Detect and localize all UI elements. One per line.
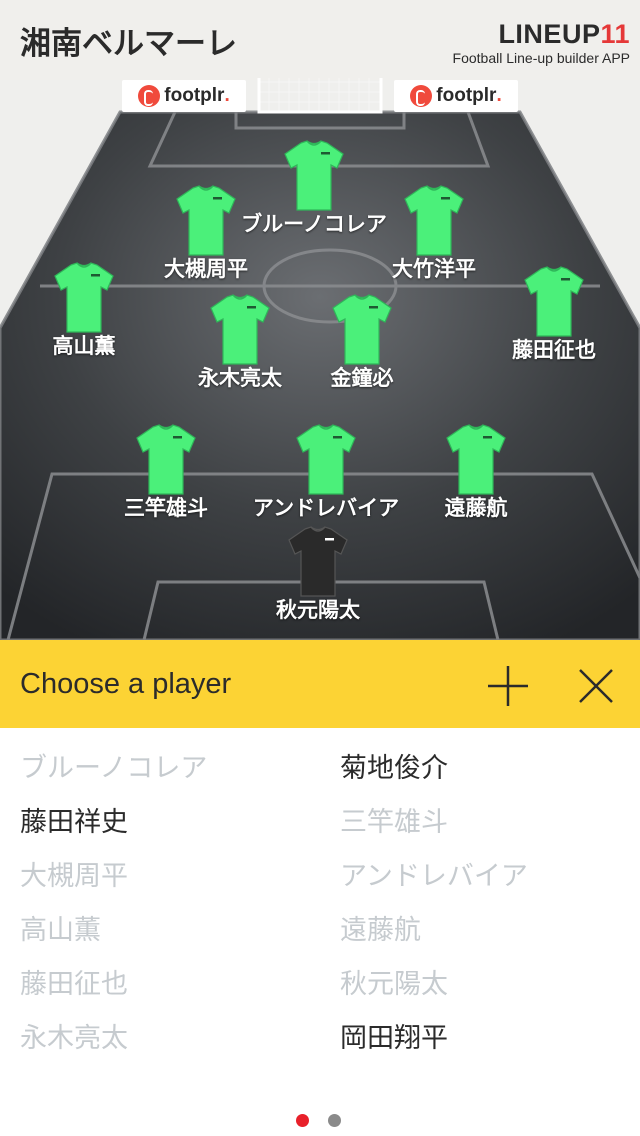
footplr-logo-icon — [138, 85, 161, 107]
footplr-logo-icon — [410, 85, 433, 107]
shirt-icon — [136, 424, 196, 495]
sponsor-label: footplr — [436, 85, 497, 106]
list-item[interactable]: 秋元陽太 — [340, 962, 448, 1001]
shirt-icon — [446, 424, 506, 495]
player-name: 遠藤航 — [444, 496, 508, 520]
list-item[interactable]: 高山薫 — [20, 908, 101, 947]
close-icon[interactable] — [576, 666, 616, 706]
shirt-icon — [296, 424, 356, 495]
choose-player-bar: Choose a player — [0, 640, 640, 728]
player-slot-7[interactable]: 金鐘必 — [262, 294, 462, 392]
shirt-icon — [404, 185, 464, 256]
list-item[interactable]: 岡田翔平 — [340, 1016, 448, 1055]
player-slot-10[interactable]: 遠藤航 — [376, 424, 576, 522]
list-item[interactable]: 菊地俊介 — [340, 746, 448, 785]
brand-tagline: Football Line-up builder APP — [452, 50, 630, 66]
team-name: 湘南ベルマーレ — [20, 26, 237, 62]
list-item[interactable]: 永木亮太 — [20, 1016, 128, 1055]
list-item[interactable]: ブルーノコレア — [20, 746, 207, 785]
sponsor-dot: . — [224, 85, 230, 106]
app-brand: LINEUP11 Football Line-up builder APP — [453, 20, 630, 66]
page-indicator — [296, 1114, 346, 1128]
shirt-icon — [176, 185, 236, 256]
brand-logo-word: LINEUP — [498, 19, 601, 49]
player-list: ブルーノコレア 藤田祥史 大槻周平 高山薫 藤田征也 永木亮太 菊地俊介 三竿雄… — [0, 728, 640, 1136]
player-name: 金鐘必 — [330, 366, 394, 390]
player-name: 藤田征也 — [512, 338, 596, 362]
list-item[interactable]: 大槻周平 — [20, 854, 128, 893]
sponsor-label: footplr — [164, 85, 225, 106]
sponsor-logo-left: footplr. — [122, 80, 246, 112]
sponsor-dot: . — [496, 85, 502, 106]
list-item[interactable]: 遠藤航 — [340, 908, 421, 947]
list-item[interactable]: 藤田祥史 — [20, 800, 128, 839]
player-name: 秋元陽太 — [276, 598, 360, 622]
list-item[interactable]: アンドレバイア — [340, 854, 528, 893]
player-slot-5[interactable]: 藤田征也 — [454, 266, 640, 364]
list-item[interactable]: 藤田征也 — [20, 962, 128, 1001]
goalkeeper-shirt-icon — [288, 526, 348, 597]
shirt-icon — [54, 262, 114, 333]
player-slot-goalkeeper[interactable]: 秋元陽太 — [218, 526, 418, 624]
page-dot-1[interactable] — [296, 1114, 309, 1127]
list-item[interactable]: 三竿雄斗 — [340, 800, 448, 839]
page-dot-2[interactable] — [328, 1114, 341, 1127]
shirt-icon — [332, 294, 392, 365]
shirt-icon — [524, 266, 584, 337]
sponsor-logo-right: footplr. — [394, 80, 518, 112]
app-header: 湘南ベルマーレ LINEUP11 Football Line-up builde… — [0, 0, 640, 80]
brand-logo-number: 11 — [600, 19, 630, 49]
plus-icon[interactable] — [486, 664, 530, 708]
choose-player-title: Choose a player — [20, 668, 232, 700]
brand-logo: LINEUP11 — [453, 20, 630, 48]
